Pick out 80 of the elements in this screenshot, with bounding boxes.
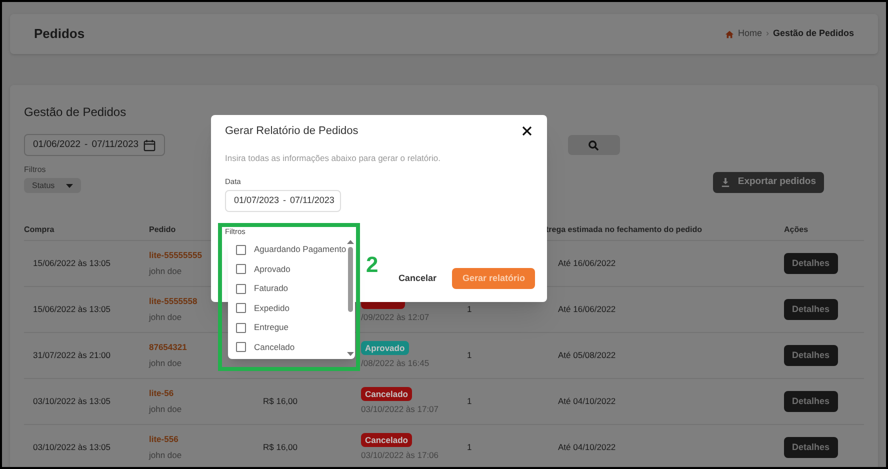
customer-name: john doe [149,265,182,278]
calendar-icon [142,138,156,152]
customer-name: john doe [149,403,182,416]
status-date: 03/10/2022 às 17:06 [361,449,439,462]
order-link[interactable]: 87654321 [149,341,187,354]
order-link[interactable]: lite-56 [149,387,174,400]
checkbox[interactable] [236,322,246,333]
column-header: trega estimada no fechamento do pedido [546,224,704,236]
filter-option[interactable]: Entregue [236,318,346,338]
table-cell-text: 15/06/2022 às 13:05 [32,257,112,270]
scrollbar-thumb[interactable] [348,247,354,312]
breadcrumb-separator: › [766,27,769,40]
status-select[interactable]: Status [24,178,81,193]
order-link[interactable]: lite-556 [149,433,178,446]
checkbox[interactable] [236,284,246,294]
table-cell-text: 15/06/2022 às 13:05 [32,303,112,316]
date-range-field[interactable]: 01/07/2023 - 07/11/2023 [225,190,341,212]
breadcrumb-link[interactable]: Gestão de Pedidos [772,27,854,41]
table-cell: 1 [467,442,472,452]
cancel-button[interactable]: Cancelar [398,272,436,286]
annotation-number: 2 [366,251,378,279]
home-icon [724,30,734,38]
scroll-up-icon[interactable] [347,240,354,244]
details-button[interactable]: Detalhes [784,391,838,412]
status-badge: Cancelado [361,387,412,402]
checkbox[interactable] [236,342,246,352]
table-cell: R$ 16,00 [263,442,298,452]
date-range-field[interactable]: 01/06/2022 - 07/11/2023 [24,134,165,156]
table-cell: 1 [467,350,472,360]
customer-name: john doe [149,357,182,370]
order-link[interactable]: lite-5555558 [149,295,198,308]
filter-option[interactable]: Aprovado [236,260,346,279]
status-badge: Cancelado [361,433,412,448]
checkbox[interactable] [236,303,246,314]
table-cell: 1 [467,304,472,314]
table-cell: 1 [467,396,472,406]
search-button[interactable] [568,135,620,155]
filter-option[interactable]: Expedido [236,298,346,318]
download-icon [720,178,730,187]
dialog-description: Insira todas as informações abaixo para gerar o relatório. [225,152,442,164]
close-icon [522,126,532,136]
status-badge: Aprovado [361,341,409,356]
dialog-title: Gerar Relatório de Pedidos [225,124,358,139]
generate-report-button[interactable]: Gerar relatório [452,268,535,289]
table-cell-text: Até 05/08/2022 [557,349,617,362]
status-date: 03/10/2022 às 17:07 [361,403,439,416]
checkbox[interactable] [236,264,246,274]
search-icon [588,140,600,150]
caret-icon [66,184,73,188]
breadcrumb-link[interactable]: Home [738,27,762,41]
customer-name: john doe [149,311,182,324]
column-header: Pedido [149,224,176,236]
status-date: /08/2022 às 16:45 [361,357,430,370]
scroll-down-icon[interactable] [347,352,354,356]
details-button[interactable]: Detalhes [784,299,838,320]
table-cell: R$ 16,00 [263,396,298,406]
section-title: Gestão de Pedidos [24,104,128,121]
table-cell-text: 31/07/2022 às 21:00 [32,349,112,362]
table-cell-text: Até 04/10/2022 [557,441,617,454]
order-link[interactable]: lite-55555555 [149,249,202,262]
filter-option[interactable]: Aguardando Pagamento [236,240,346,260]
customer-name: john doe [149,449,182,462]
table-cell-text: 03/10/2022 às 13:05 [32,441,112,454]
table-cell-text: Até 16/06/2022 [557,257,617,270]
column-header: Ações [784,224,810,236]
export-button[interactable]: Exportar pedidos [712,172,824,193]
details-button[interactable]: Detalhes [784,345,838,366]
details-button[interactable]: Detalhes [784,437,838,458]
page-title: Pedidos [34,25,85,44]
checkbox[interactable] [236,244,246,255]
table-cell-text: Até 16/06/2022 [557,303,617,316]
filter-option[interactable]: Faturado [236,279,346,298]
close-button[interactable] [521,125,533,138]
filter-option[interactable]: Cancelado [236,338,346,357]
filters-label: Filtros [24,164,47,176]
status-date: /09/2022 às 12:07 [361,311,430,324]
table-cell-text: Até 04/10/2022 [557,395,617,408]
details-button[interactable]: Detalhes [784,253,838,274]
table-cell-text: 03/10/2022 às 13:05 [32,395,112,408]
column-header: Compra [24,224,54,236]
